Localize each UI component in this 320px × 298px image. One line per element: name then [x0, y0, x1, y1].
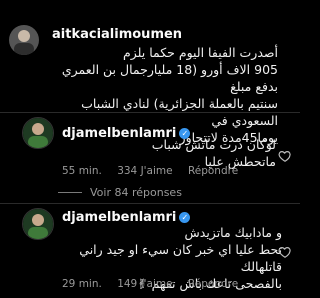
replies-line [58, 192, 82, 193]
reply-button[interactable]: Répondre [188, 165, 238, 177]
reply-meta: 55 min. 334 J'aime Répondre [62, 165, 250, 177]
reply-line: لوكان درت ماتش شباب [151, 137, 276, 152]
comment-line: أصدرت الفيفا اليوم حكما يلزم [122, 45, 278, 60]
timestamp: 29 min. [62, 278, 102, 290]
comment-line: 905 الاف أورو (18 مليارجمال بن العمري بد… [61, 62, 278, 94]
comment-username[interactable]: aitkacialimoumen [52, 27, 182, 42]
divider [0, 203, 300, 204]
heart-icon[interactable] [278, 148, 292, 162]
avatar-aitkacialimoumen[interactable] [9, 25, 39, 55]
timestamp: 55 min. [62, 165, 102, 177]
avatar-image [23, 209, 53, 239]
verified-badge-icon: ✓ [179, 212, 191, 223]
reply-button[interactable]: Répondre [188, 278, 238, 290]
view-replies-label[interactable]: Voir 84 réponses [90, 186, 182, 199]
heart-icon[interactable] [278, 244, 292, 258]
divider [0, 112, 300, 113]
avatar-djamelbenlamri[interactable] [22, 117, 54, 149]
likes-count[interactable]: 149 J'aime [117, 278, 172, 290]
likes-count[interactable]: 334 J'aime [117, 165, 172, 177]
reply-username[interactable]: djamelbenlamri ✓ [62, 210, 191, 225]
view-replies-button[interactable]: Voir 84 réponses [58, 186, 182, 199]
reply-line: و مادابيك ماتزيدش [184, 225, 283, 240]
avatar-image [23, 118, 53, 148]
reply-line: تحط عليا اي خبر كان سيء او جيد راني قاتل… [79, 242, 282, 274]
username-text[interactable]: aitkacialimoumen [52, 27, 182, 42]
avatar-djamelbenlamri[interactable] [22, 208, 54, 240]
reply-meta: 29 min. 149 J'aime Répondre [62, 278, 250, 290]
avatar-image [9, 25, 39, 55]
username-text[interactable]: djamelbenlamri [62, 210, 176, 225]
